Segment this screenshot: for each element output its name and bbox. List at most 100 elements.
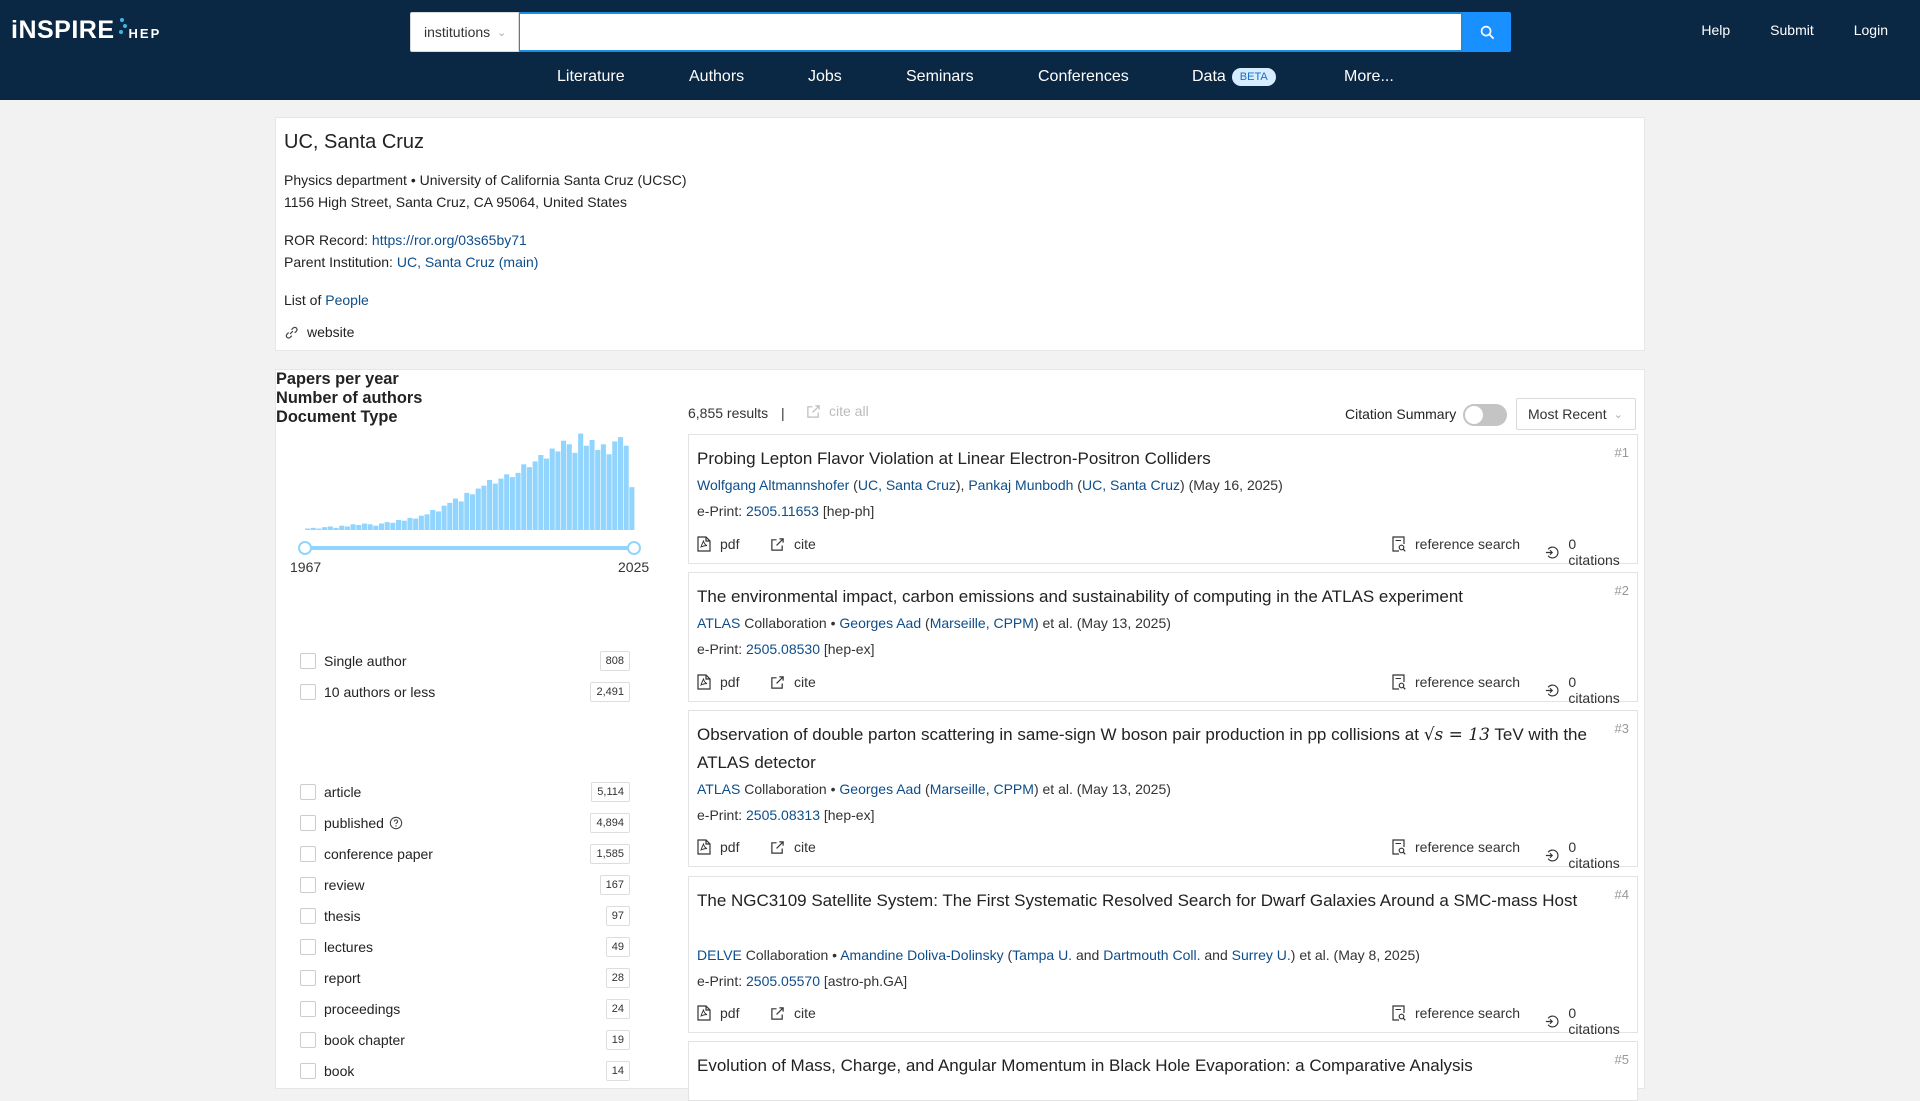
histogram-bar[interactable] [532,461,538,530]
checkbox[interactable] [300,1001,316,1017]
histogram-bar[interactable] [367,524,373,530]
histogram-bar[interactable] [310,527,316,530]
author-link[interactable]: Pankaj Munbodh [968,477,1073,493]
nav-authors[interactable]: Authors [689,68,744,86]
histogram-bar[interactable] [452,498,459,530]
histogram-bar[interactable] [566,444,572,530]
histogram-bar[interactable] [424,514,430,530]
histogram-bar[interactable] [509,477,515,530]
histogram-bar[interactable] [384,522,390,530]
histogram-bar[interactable] [396,520,402,530]
citations-button[interactable]: 0 citations [1545,839,1629,871]
histogram-bar[interactable] [583,445,589,530]
collaboration-link[interactable]: ATLAS [697,615,740,631]
histogram-bar[interactable] [458,501,464,530]
histogram-bar[interactable] [543,458,550,530]
affiliation-link[interactable]: Marseille, CPPM [930,781,1034,797]
histogram-bar[interactable] [521,464,527,530]
cite-button[interactable]: cite [770,1005,816,1021]
ror-link[interactable]: https://ror.org/03s65by71 [372,232,527,248]
website-link[interactable]: website [284,324,354,340]
nav-jobs[interactable]: Jobs [808,68,842,86]
eprint-link[interactable]: 2505.08530 [746,641,820,657]
histogram-bar[interactable] [589,440,595,530]
histogram-bar[interactable] [561,440,567,530]
histogram-bar[interactable] [498,478,504,530]
checkbox[interactable] [300,908,316,924]
facet-proceedings[interactable]: proceedings 24 [300,998,630,1020]
reference-search-button[interactable]: reference search [1392,1005,1520,1021]
affiliation-link[interactable]: Marseille, CPPM [930,615,1034,631]
facet-book[interactable]: book 14 [300,1060,630,1082]
search-input[interactable] [519,12,1463,52]
eprint-link[interactable]: 2505.05570 [746,973,820,989]
author-link[interactable]: Georges Aad [839,615,921,631]
people-link[interactable]: People [325,292,369,308]
nav-seminars[interactable]: Seminars [906,68,974,86]
search-scope-select[interactable]: institutions ⌄ [410,12,519,52]
author-link[interactable]: Georges Aad [839,781,921,797]
histogram-bar[interactable] [413,518,419,530]
checkbox[interactable] [300,970,316,986]
collaboration-link[interactable]: DELVE [697,947,742,963]
cite-button[interactable]: cite [770,839,816,855]
cite-all-button[interactable]: cite all [806,403,869,419]
histogram-bar[interactable] [481,485,487,530]
histogram-bar[interactable] [600,444,606,530]
pdf-button[interactable]: pdf [697,536,739,552]
facet-article[interactable]: article 5,114 [300,781,630,803]
histogram-bar[interactable] [407,517,413,530]
facet-lectures[interactable]: lectures 49 [300,936,630,958]
histogram-bar[interactable] [356,525,362,530]
histogram-bar[interactable] [623,445,629,530]
nav-literature[interactable]: Literature [557,68,625,86]
eprint-link[interactable]: 2505.08313 [746,807,820,823]
affiliation-link[interactable]: Tampa U. [1012,947,1072,963]
checkbox[interactable] [300,877,316,893]
result-title[interactable]: Probing Lepton Flavor Violation at Linea… [697,445,1602,472]
reference-search-button[interactable]: reference search [1392,674,1520,690]
histogram-bar[interactable] [441,505,447,530]
facet-conference-paper[interactable]: conference paper 1,585 [300,843,630,865]
histogram-bar[interactable] [327,526,333,530]
citations-button[interactable]: 0 citations [1545,1005,1629,1037]
affiliation-link[interactable]: Dartmouth Coll. [1103,947,1200,963]
histogram-bar[interactable] [475,488,481,530]
login-link[interactable]: Login [1854,22,1888,38]
facet-book-chapter[interactable]: book chapter 19 [300,1029,630,1051]
histogram-bar[interactable] [617,437,624,530]
facet-thesis[interactable]: thesis 97 [300,905,630,927]
affiliation-link[interactable]: Surrey U. [1232,947,1291,963]
citations-button[interactable]: 0 citations [1545,674,1629,706]
result-title[interactable]: The environmental impact, carbon emissio… [697,583,1602,610]
inspire-hep-logo[interactable]: iNSPIRE HEP [11,16,161,45]
search-button[interactable] [1463,12,1511,52]
histogram-bar[interactable] [401,520,407,530]
histogram-bar[interactable] [538,455,544,530]
year-range-slider[interactable] [305,546,635,550]
histogram-bar[interactable] [361,523,367,530]
histogram-bar[interactable] [322,527,328,530]
histogram-bar[interactable] [435,511,441,530]
histogram-bar[interactable] [578,433,584,530]
collaboration-link[interactable]: ATLAS [697,781,740,797]
year-range-start-handle[interactable] [298,541,312,555]
histogram-bar[interactable] [549,448,555,530]
affiliation-link[interactable]: UC, Santa Cruz [1082,477,1180,493]
histogram-bar[interactable] [470,494,476,530]
histogram-bar[interactable] [572,452,578,530]
affiliation-link[interactable]: UC, Santa Cruz [858,477,956,493]
checkbox[interactable] [300,653,316,669]
histogram-bar[interactable] [464,492,470,530]
citation-summary-toggle[interactable] [1463,404,1507,426]
result-title[interactable]: Evolution of Mass, Charge, and Angular M… [697,1052,1602,1079]
author-link[interactable]: Wolfgang Altmannshofer [697,477,849,493]
histogram-bar[interactable] [378,523,385,530]
histogram-bar[interactable] [344,526,350,530]
result-title[interactable]: Observation of double parton scattering … [697,721,1602,776]
pdf-button[interactable]: pdf [697,839,739,855]
histogram-bar[interactable] [595,450,601,530]
checkbox[interactable] [300,939,316,955]
histogram-bar[interactable] [305,528,311,530]
citations-button[interactable]: 0 citations [1545,536,1629,568]
